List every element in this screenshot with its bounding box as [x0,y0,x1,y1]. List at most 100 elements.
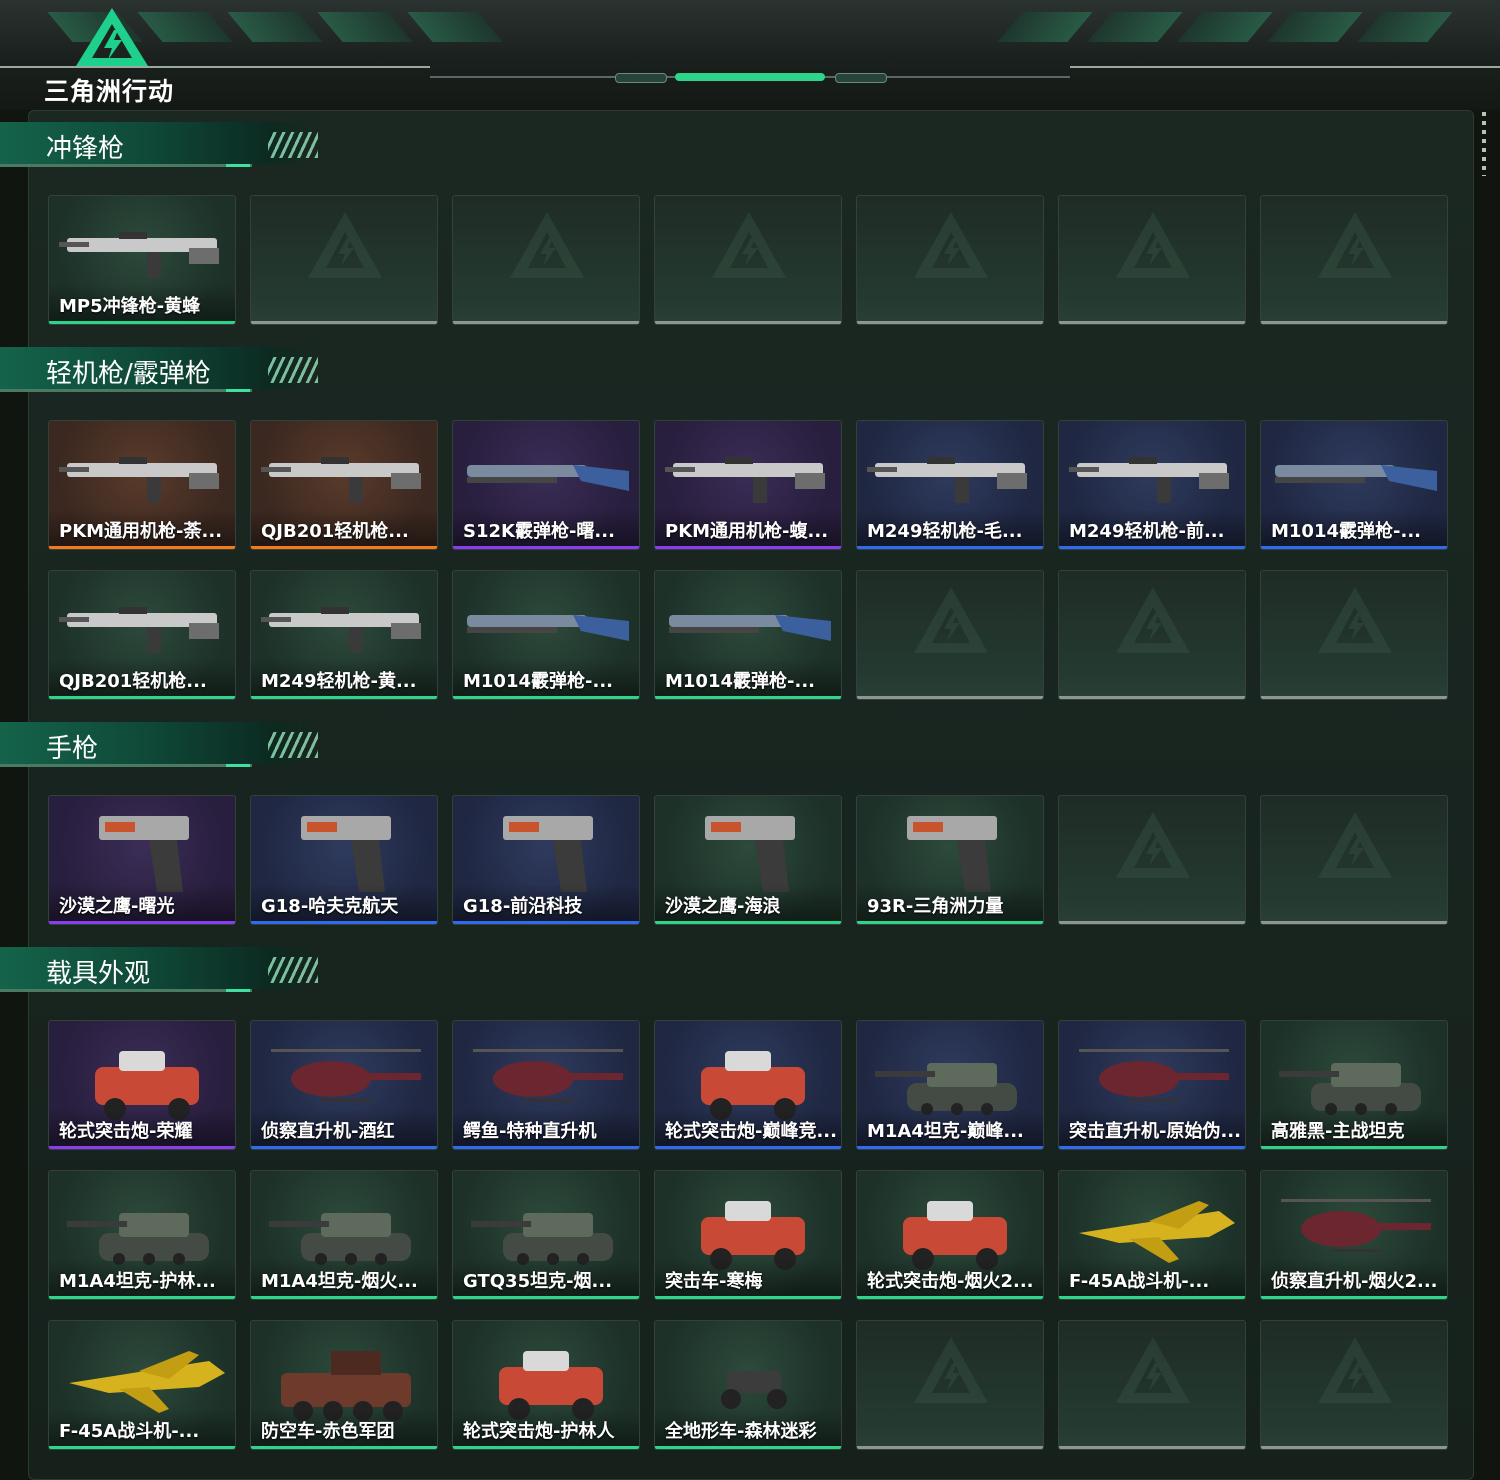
empty-slot-bar [857,696,1043,699]
item-card[interactable]: PKM通用机枪-荼... [48,420,236,550]
item-label: G18-哈夫克航天 [261,896,399,917]
rarity-bar [655,1296,841,1299]
rarity-bar [49,921,235,924]
item-card[interactable]: G18-前沿科技 [452,795,640,925]
header-line [1070,66,1500,68]
empty-slot [1058,195,1246,325]
item-card[interactable]: 突击车-寒梅 [654,1170,842,1300]
item-card[interactable]: G18-哈夫克航天 [250,795,438,925]
item-label: 突击直升机-原始伪... [1069,1121,1241,1142]
section-header-accent [226,764,250,767]
item-card[interactable]: 轮式突击炮-护林人 [452,1320,640,1450]
item-card[interactable]: GTQ35坦克-烟... [452,1170,640,1300]
rarity-bar [453,1446,639,1449]
scrollbar[interactable] [1482,112,1486,176]
item-label: 沙漠之鹰-海浪 [665,896,781,917]
rarity-bar [1261,546,1447,549]
item-card[interactable]: PKM通用机枪-蝮... [654,420,842,550]
empty-slot [856,195,1044,325]
placeholder-logo-icon [1318,587,1392,653]
rarity-bar [251,921,437,924]
item-card[interactable]: S12K霰弹枪-曙... [452,420,640,550]
item-card[interactable]: QJB201轻机枪... [48,570,236,700]
rarity-bar [1261,1296,1447,1299]
item-card[interactable]: 轮式突击炮-荣耀 [48,1020,236,1150]
empty-slot-bar [857,1446,1043,1449]
item-card[interactable]: QJB201轻机枪... [250,420,438,550]
section-header-accent [226,164,250,167]
section-header: 轻机枪/霰弹枪 [0,347,330,395]
empty-slot-bar [1059,696,1245,699]
placeholder-logo-icon [712,212,786,278]
header-stripe [1177,12,1273,42]
rarity-bar [251,1296,437,1299]
item-card[interactable]: 高雅黑-主战坦克 [1260,1020,1448,1150]
item-card[interactable]: 沙漠之鹰-海浪 [654,795,842,925]
item-label: 侦察直升机-酒红 [261,1121,395,1142]
empty-slot-bar [655,321,841,324]
item-label: M1014霰弹枪-... [665,671,815,692]
item-label: QJB201轻机枪... [59,671,207,692]
placeholder-logo-icon [1116,812,1190,878]
item-card[interactable]: F-45A战斗机-... [48,1320,236,1450]
item-label: F-45A战斗机-... [59,1421,200,1442]
rarity-bar [49,1146,235,1149]
placeholder-logo-icon [1318,212,1392,278]
item-card[interactable]: M249轻机枪-黄... [250,570,438,700]
item-label: 鳄鱼-特种直升机 [463,1121,597,1142]
item-card[interactable]: M1A4坦克-巅峰... [856,1020,1044,1150]
header-stripe [1087,12,1183,42]
empty-slot-bar [1059,921,1245,924]
item-label: M1A4坦克-巅峰... [867,1121,1024,1142]
empty-slot-bar [251,321,437,324]
empty-slot [1260,570,1448,700]
placeholder-logo-icon [510,212,584,278]
section-header-underline [0,164,252,167]
item-card[interactable]: MP5冲锋枪-黄蜂 [48,195,236,325]
rarity-bar [453,696,639,699]
item-card[interactable]: 全地形车-森林迷彩 [654,1320,842,1450]
item-label: 侦察直升机-烟火2... [1271,1271,1438,1292]
rarity-bar [857,546,1043,549]
item-card[interactable]: 轮式突击炮-巅峰竞... [654,1020,842,1150]
item-card[interactable]: M1014霰弹枪-... [452,570,640,700]
item-card[interactable]: 鳄鱼-特种直升机 [452,1020,640,1150]
item-card[interactable]: M1014霰弹枪-... [1260,420,1448,550]
rarity-bar [1059,546,1245,549]
placeholder-logo-icon [308,212,382,278]
placeholder-logo-icon [1318,812,1392,878]
rarity-bar [857,921,1043,924]
item-card[interactable]: F-45A战斗机-... [1058,1170,1246,1300]
item-card[interactable]: 沙漠之鹰-曙光 [48,795,236,925]
rarity-bar [49,1296,235,1299]
item-card[interactable]: 轮式突击炮-烟火2... [856,1170,1044,1300]
item-card[interactable]: 侦察直升机-烟火2... [1260,1170,1448,1300]
item-label: GTQ35坦克-烟... [463,1271,613,1292]
item-card[interactable]: M1A4坦克-烟火... [250,1170,438,1300]
rarity-bar [1261,1146,1447,1149]
rarity-bar [251,546,437,549]
item-card[interactable]: 侦察直升机-酒红 [250,1020,438,1150]
item-label: M249轻机枪-前... [1069,521,1225,542]
item-label: G18-前沿科技 [463,896,583,917]
rarity-bar [251,1446,437,1449]
item-card[interactable]: M249轻机枪-前... [1058,420,1246,550]
header-pill [615,73,667,83]
placeholder-logo-icon [1116,212,1190,278]
rarity-bar [251,1146,437,1149]
rarity-bar [655,696,841,699]
item-card[interactable]: M1014霰弹枪-... [654,570,842,700]
empty-slot [856,570,1044,700]
item-card[interactable]: 93R-三角洲力量 [856,795,1044,925]
item-card[interactable]: 防空车-赤色军团 [250,1320,438,1450]
item-card[interactable]: M1A4坦克-护林... [48,1170,236,1300]
header-stripe [1357,12,1453,42]
item-label: 全地形车-森林迷彩 [665,1421,817,1442]
header-stripe [137,12,233,42]
header-stripe [317,12,413,42]
item-card[interactable]: 突击直升机-原始伪... [1058,1020,1246,1150]
item-card[interactable]: M249轻机枪-毛... [856,420,1044,550]
item-label: 防空车-赤色军团 [261,1421,395,1442]
section-title: 冲锋枪 [46,134,125,164]
header-stripe [227,12,323,42]
